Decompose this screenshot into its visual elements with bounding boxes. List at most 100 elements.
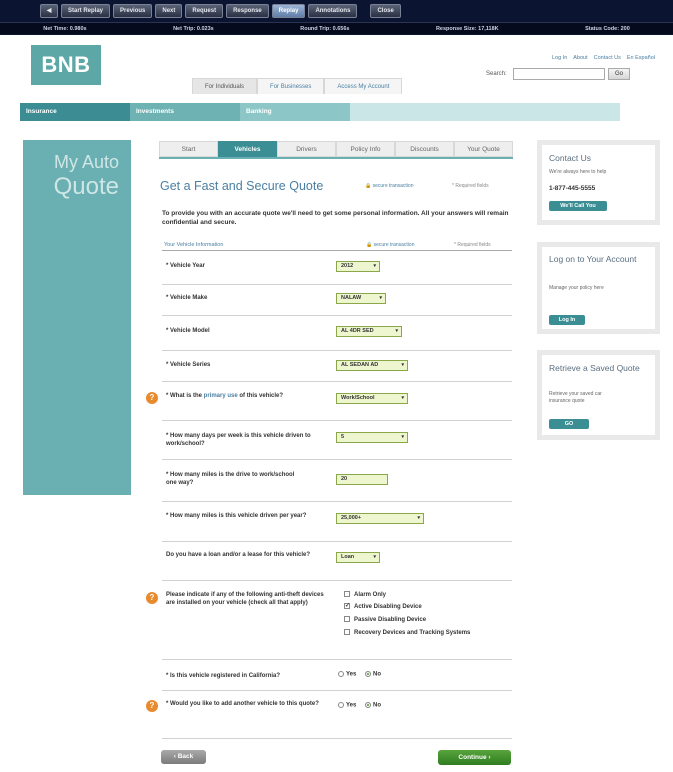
miles-drive-label: * How many miles is the drive to work/sc… — [166, 472, 295, 486]
radio-circle[interactable] — [338, 671, 344, 677]
help-icon[interactable]: ? — [146, 392, 158, 404]
step-policy-info[interactable]: Policy Info — [336, 141, 395, 157]
search-label: Search: — [486, 71, 507, 77]
radio-circle[interactable] — [365, 671, 371, 677]
tab-businesses[interactable]: For Businesses — [257, 78, 325, 94]
response-button[interactable]: Response — [226, 4, 269, 18]
nav-insurance[interactable]: Insurance — [20, 103, 130, 121]
retrieve-title: Retrieve a Saved Quote — [549, 363, 640, 373]
step-vehicles[interactable]: Vehicles — [218, 141, 277, 157]
previous-button[interactable]: Previous — [113, 4, 153, 18]
help-icon[interactable]: ? — [146, 592, 158, 604]
antitheft-option[interactable]: Recovery Devices and Tracking Systems — [344, 629, 494, 637]
california-no-radio[interactable]: No — [365, 671, 381, 678]
log-in-button[interactable]: Log In — [549, 315, 585, 325]
loan-lease-select[interactable]: Loan ▾ — [336, 552, 380, 563]
espanol-link[interactable]: En Español — [627, 55, 655, 61]
panel-title-line2: Quote — [53, 173, 119, 200]
antitheft-option[interactable]: ✓ Active Disabling Device — [344, 603, 422, 611]
checkbox[interactable] — [344, 591, 350, 598]
days-per-week-select[interactable]: 5 ▾ — [336, 432, 408, 443]
login-link[interactable]: Log In — [552, 55, 567, 61]
panel-title-line1: My Auto — [53, 152, 119, 172]
call-you-button[interactable]: We'll Call You — [549, 201, 607, 211]
required-note: * Required fields — [452, 183, 489, 189]
about-link[interactable]: About — [573, 55, 587, 61]
california-yes-radio[interactable]: Yes — [338, 671, 356, 678]
help-icon[interactable]: ? — [146, 700, 158, 712]
checkbox-checked[interactable]: ✓ — [344, 603, 350, 610]
row-divider — [162, 580, 512, 581]
quote-steps: Start Vehicles Drivers Policy Info Disco… — [159, 141, 513, 159]
loan-lease-label: Do you have a loan and/or a lease for th… — [166, 552, 311, 558]
next-button[interactable]: Next — [155, 4, 183, 18]
checkbox[interactable] — [344, 629, 350, 636]
another-vehicle-label: * Would you like to add another vehicle … — [166, 701, 319, 707]
miles-per-year-select[interactable]: 25,000+ ▾ — [336, 513, 424, 524]
primary-use-label: * What is the primary use of this vehicl… — [166, 393, 284, 399]
retrieve-go-button[interactable]: GO — [549, 419, 589, 429]
step-your-quote[interactable]: Your Quote — [454, 141, 513, 157]
antitheft-label: Please indicate if any of the following … — [166, 592, 324, 606]
step-discounts[interactable]: Discounts — [395, 141, 454, 157]
row-divider — [162, 541, 512, 542]
replay-button[interactable]: Replay — [271, 4, 306, 18]
close-button[interactable]: Close — [370, 4, 401, 18]
primary-use-select[interactable]: Work/School ▾ — [336, 393, 408, 404]
retrieve-quote-box: Retrieve a Saved Quote Retrieve your sav… — [537, 350, 660, 440]
vehicle-series-select[interactable]: AL SEDAN AD ▾ — [336, 360, 408, 371]
antitheft-option[interactable]: Passive Disabling Device — [344, 616, 426, 624]
section-required-note: * Required fields — [454, 242, 491, 248]
chevron-down-icon: ▾ — [379, 295, 382, 301]
nav-investments[interactable]: Investments — [130, 103, 240, 121]
radio-circle[interactable] — [365, 702, 371, 708]
search-input[interactable] — [513, 68, 605, 80]
contact-title: Contact Us — [549, 153, 592, 163]
replay-button-row: ◀ Start Replay Previous Next Request Res… — [40, 4, 401, 18]
login-title: Log on to Your Account — [549, 254, 637, 264]
another-no-radio[interactable]: No — [365, 702, 381, 709]
tab-my-account[interactable]: Access My Account — [324, 78, 403, 94]
checkbox[interactable] — [344, 616, 350, 623]
intro-text: To provide you with an accurate quote we… — [162, 210, 509, 226]
chevron-down-icon: ▾ — [373, 263, 376, 269]
vehicle-year-label: * Vehicle Year — [166, 263, 205, 269]
start-replay-button[interactable]: Start Replay — [61, 4, 111, 18]
replay-stats: Net Time: 0.980s Net Trip: 0.023s Round … — [0, 22, 673, 34]
step-start[interactable]: Start — [159, 141, 218, 157]
status-code: Status Code: 200 — [585, 25, 630, 32]
back-button[interactable]: ‹ Back — [161, 750, 206, 764]
antitheft-option[interactable]: Alarm Only — [344, 591, 386, 599]
replay-menu-icon[interactable]: ◀ — [40, 4, 58, 18]
request-button[interactable]: Request — [185, 4, 224, 18]
tab-individuals[interactable]: For Individuals — [192, 78, 258, 94]
chevron-down-icon: ▾ — [401, 362, 404, 368]
contact-link[interactable]: Contact Us — [594, 55, 621, 61]
section-secure-label: 🔒 secure transaction — [366, 242, 415, 248]
round-trip: Round Trip: 0.656s — [300, 25, 350, 32]
top-links: Log In About Contact Us En Español — [552, 55, 655, 61]
section-label: Your Vehicle Information — [164, 242, 224, 248]
continue-button[interactable]: Continue › — [438, 750, 511, 765]
primary-use-link[interactable]: primary use — [204, 393, 238, 399]
another-yes-radio[interactable]: Yes — [338, 702, 356, 709]
chevron-down-icon: ▾ — [417, 515, 420, 521]
login-desc: Manage your policy here — [549, 285, 604, 291]
chevron-down-icon: ▾ — [401, 395, 404, 401]
search-go-button[interactable]: Go — [608, 68, 630, 80]
product-nav: Insurance Investments Banking — [20, 103, 620, 121]
vehicle-year-select[interactable]: 2012 ▾ — [336, 261, 380, 272]
vehicle-make-select[interactable]: NALAW ▾ — [336, 293, 386, 304]
row-divider — [162, 459, 512, 460]
my-auto-quote-panel: My Auto Quote — [23, 140, 131, 495]
retrieve-desc: Retrieve your saved car insurance quote — [549, 391, 602, 404]
miles-per-year-label: * How many miles is this vehicle driven … — [166, 513, 307, 519]
vehicle-model-select[interactable]: AL 4DR SED ▾ — [336, 326, 402, 337]
step-drivers[interactable]: Drivers — [277, 141, 336, 157]
annotations-button[interactable]: Annotations — [308, 4, 358, 18]
nav-banking[interactable]: Banking — [240, 103, 350, 121]
miles-drive-input[interactable]: 20 — [336, 474, 388, 485]
bnb-logo[interactable]: BNB — [31, 45, 101, 85]
row-divider — [162, 738, 512, 739]
radio-circle[interactable] — [338, 702, 344, 708]
